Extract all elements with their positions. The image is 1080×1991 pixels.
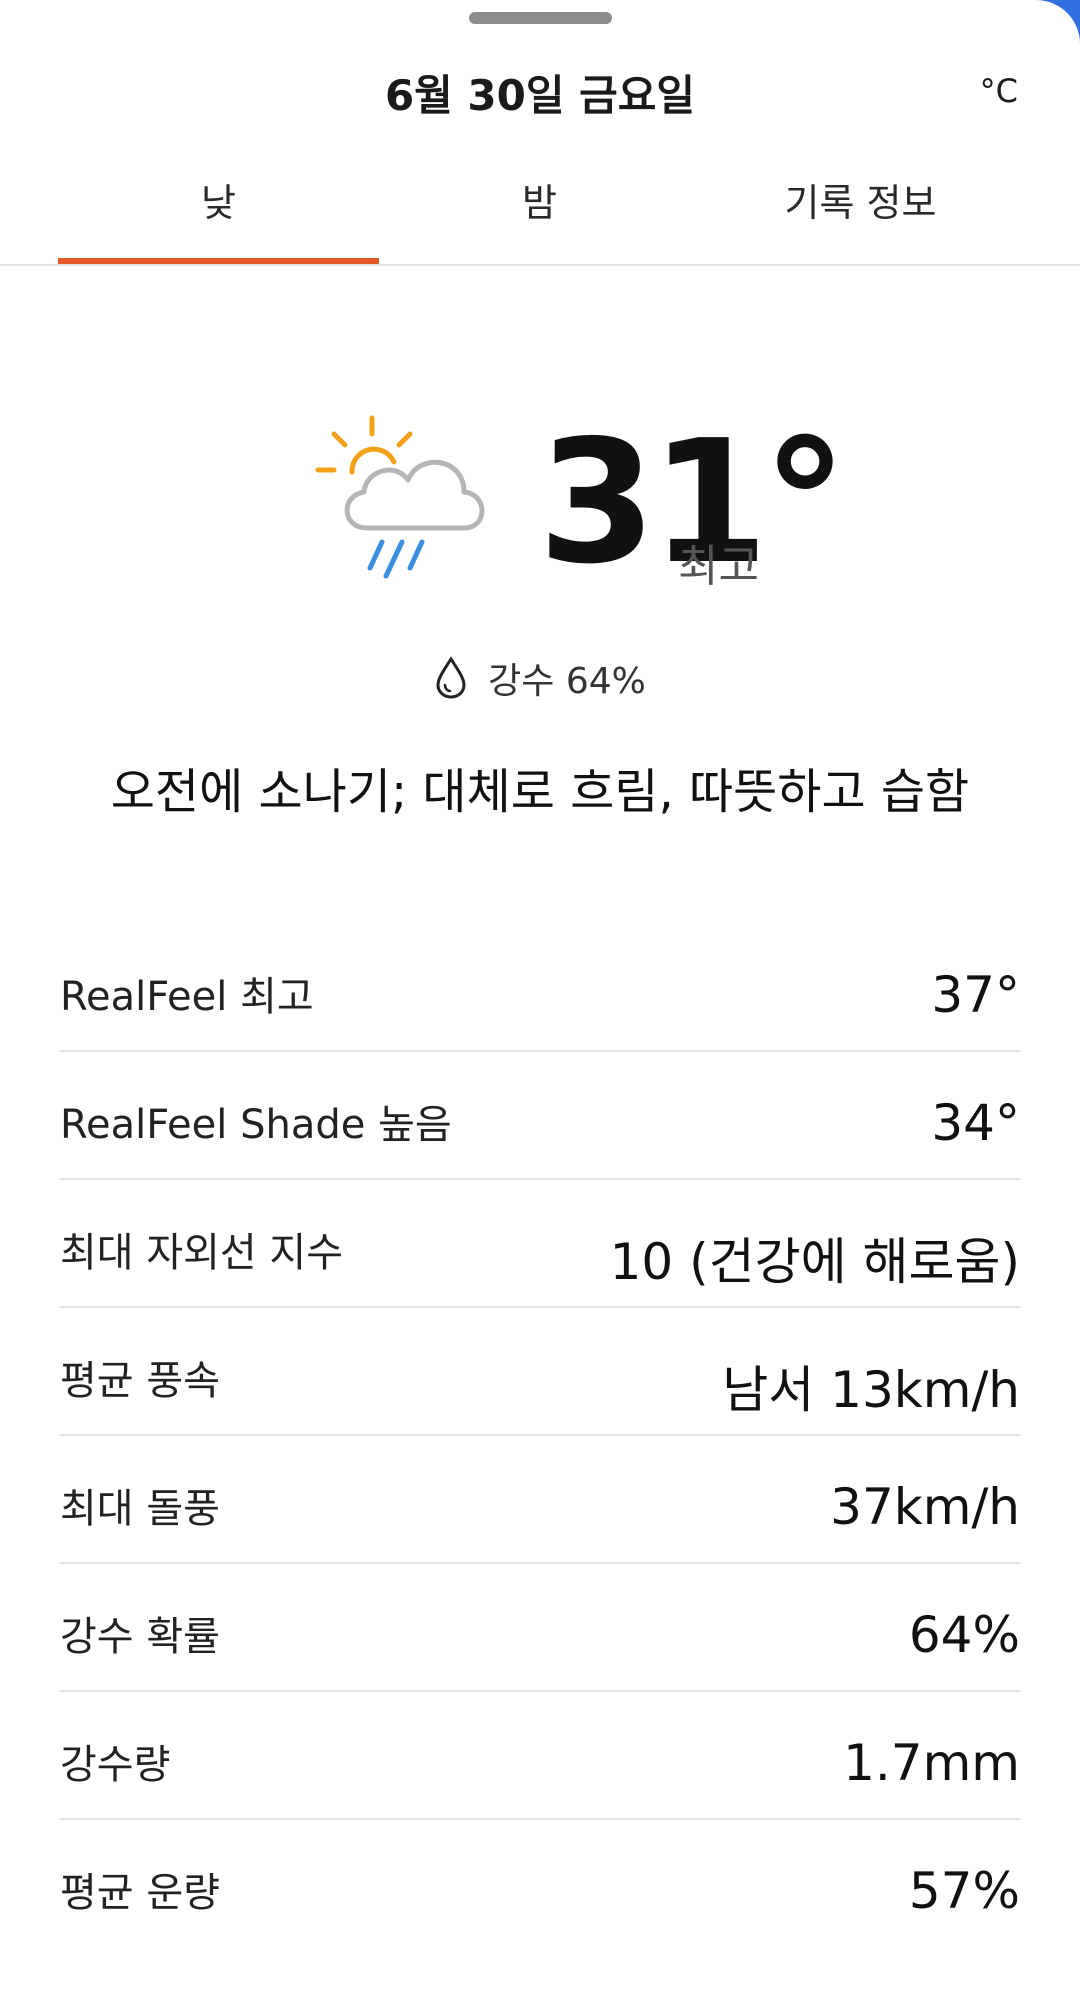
detail-label: RealFeel Shade 높음 [60, 1102, 452, 1148]
detail-value: 10 (건강에 해로움) [609, 1233, 1020, 1291]
detail-row-realfeel-high: RealFeel 최고 37° [60, 924, 1020, 1052]
detail-row-wind: 평균 풍속 남서 13km/h [60, 1308, 1020, 1436]
detail-row-cloud-cover: 평균 운량 57% [60, 1820, 1020, 1948]
precip-probability: 강수 64% [488, 661, 646, 702]
tabs-divider [0, 264, 1080, 266]
detail-value: 37km/h [830, 1478, 1020, 1536]
detail-value: 57% [908, 1862, 1020, 1920]
detail-label: 최대 자외선 지수 [60, 1230, 344, 1276]
tab-bar: 낮 밤 기록 정보 [58, 160, 1021, 264]
tab-day[interactable]: 낮 [58, 160, 379, 264]
temperature-label: 최고 [678, 541, 759, 592]
drag-handle[interactable] [469, 12, 612, 24]
tab-history[interactable]: 기록 정보 [700, 160, 1021, 264]
day-detail-sheet: 6월 30일 금요일 °C 낮 밤 기록 정보 31° 최고 강수 64% 오전… [0, 0, 1080, 1991]
forecast-phrase: 오전에 소나기; 대체로 흐림, 따뜻하고 습함 [110, 764, 970, 820]
detail-label: 평균 풍속 [60, 1358, 220, 1404]
precip-summary: 강수 64% [0, 652, 1080, 704]
detail-value: 남서 13km/h [722, 1361, 1020, 1419]
detail-label: 강수 확률 [60, 1614, 220, 1660]
details-list: RealFeel 최고 37° RealFeel Shade 높음 34° 최대… [60, 924, 1020, 1948]
detail-row-precip-probability: 강수 확률 64% [60, 1564, 1020, 1692]
detail-row-uv-index: 최대 자외선 지수 10 (건강에 해로움) [60, 1180, 1020, 1308]
partly-sunny-showers-icon [315, 415, 485, 579]
detail-row-precip-amount: 강수량 1.7mm [60, 1692, 1020, 1820]
detail-label: RealFeel 최고 [60, 974, 314, 1020]
detail-label: 강수량 [60, 1742, 171, 1788]
page-title: 6월 30일 금요일 [384, 71, 696, 120]
detail-value: 37° [931, 966, 1020, 1024]
detail-value: 1.7mm [843, 1734, 1020, 1792]
detail-label: 최대 돌풍 [60, 1486, 220, 1532]
detail-value: 34° [931, 1094, 1020, 1152]
detail-row-realfeel-shade: RealFeel Shade 높음 34° [60, 1052, 1020, 1180]
raindrop-icon [436, 656, 466, 699]
tab-night[interactable]: 밤 [379, 160, 700, 264]
detail-value: 64% [908, 1606, 1020, 1664]
detail-label: 평균 운량 [60, 1870, 220, 1916]
unit-toggle[interactable]: °C [980, 72, 1018, 110]
detail-row-wind-gust: 최대 돌풍 37km/h [60, 1436, 1020, 1564]
